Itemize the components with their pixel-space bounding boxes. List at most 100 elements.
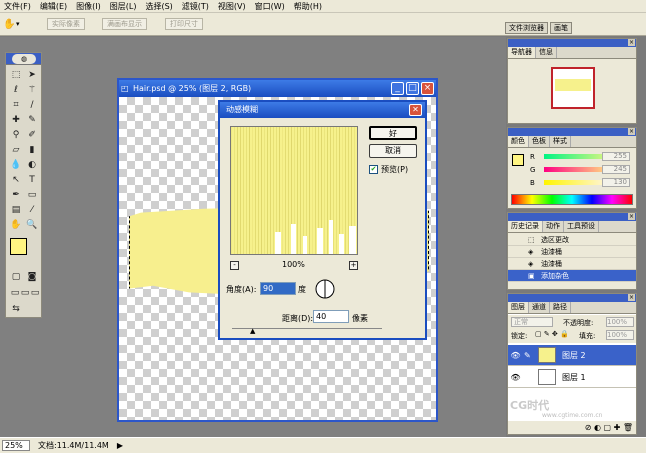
dodge-icon[interactable]: ◐ (25, 159, 39, 172)
angle-dial[interactable] (314, 278, 336, 300)
lasso-icon[interactable]: ℓ (9, 84, 23, 97)
foreground-color-swatch[interactable] (10, 238, 27, 255)
zoom-field[interactable]: 25% (2, 440, 30, 451)
clone-stamp-icon[interactable]: ⚲ (9, 129, 23, 142)
menu-image[interactable]: 图像(I) (76, 1, 101, 12)
type-icon[interactable]: T (25, 174, 39, 187)
crop-icon[interactable]: ⌗ (9, 99, 23, 112)
tab-navigator[interactable]: 导航器 (508, 47, 536, 58)
history-brush-icon[interactable]: ✐ (25, 129, 39, 142)
chevron-down-icon[interactable]: ▾ (16, 20, 20, 28)
hand-tool-icon[interactable]: ✋ (3, 19, 15, 30)
gradient-icon[interactable]: ▮ (25, 144, 39, 157)
menu-file[interactable]: 文件(F) (4, 1, 31, 12)
tab-tool-presets[interactable]: 工具预设 (564, 221, 599, 232)
panel-titlebar[interactable]: × (508, 294, 636, 302)
eraser-icon[interactable]: ▱ (9, 144, 23, 157)
zoom-icon[interactable]: 🔍 (25, 219, 39, 232)
tab-color[interactable]: 颜色 (508, 136, 529, 147)
brush-icon[interactable]: ✎ (25, 114, 39, 127)
fit-screen-button[interactable]: 满画布显示 (102, 18, 147, 30)
menu-edit[interactable]: 编辑(E) (40, 1, 67, 12)
quick-mask-icon[interactable]: ◙ (25, 271, 39, 284)
opacity-value[interactable]: 100% (606, 317, 634, 327)
layer-row-selected[interactable]: 👁 ✎ 图层 2 (508, 345, 636, 366)
tab-brushes[interactable]: 画笔 (550, 22, 572, 34)
distance-input[interactable]: 40 (313, 310, 349, 323)
panel-titlebar[interactable]: × (508, 128, 636, 136)
eye-icon[interactable]: 👁 (510, 345, 521, 366)
menu-window[interactable]: 窗口(W) (255, 1, 285, 12)
shape-icon[interactable]: ▭ (25, 189, 39, 202)
tab-channels[interactable]: 通道 (529, 302, 550, 313)
hand-icon[interactable]: ✋ (9, 219, 23, 232)
dialog-close-icon[interactable]: ✕ (409, 104, 422, 116)
marquee-icon[interactable]: ⬚ (9, 69, 23, 82)
panel-close-icon[interactable]: × (628, 39, 635, 46)
b-value[interactable]: 130 (602, 178, 630, 187)
lock-icons[interactable]: ▢ ✎ ✥ 🔒 (535, 330, 569, 338)
standard-mode-icon[interactable]: ▢ (9, 271, 23, 284)
history-item[interactable]: ◈ 油漆桶 (508, 246, 636, 258)
panel-titlebar[interactable]: × (508, 39, 636, 47)
notes-icon[interactable]: ▤ (9, 204, 23, 217)
move-icon[interactable]: ➤ (25, 69, 39, 82)
close-icon[interactable]: × (421, 82, 434, 95)
print-size-button[interactable]: 打印尺寸 (165, 18, 203, 30)
menu-help[interactable]: 帮助(H) (294, 1, 322, 12)
tab-history[interactable]: 历史记录 (508, 221, 543, 232)
angle-input[interactable]: 90 (260, 282, 296, 295)
screen-mode-3-icon[interactable]: ▭ (28, 287, 42, 300)
history-item[interactable]: ◈ 油漆桶 (508, 258, 636, 270)
path-select-icon[interactable]: ↖ (9, 174, 23, 187)
minimize-icon[interactable]: _ (391, 82, 404, 95)
brush-link-icon[interactable]: ✎ (524, 345, 531, 366)
arrow-right-icon[interactable]: ▶ (117, 441, 123, 450)
pen-icon[interactable]: ✒ (9, 189, 23, 202)
distance-slider-thumb[interactable]: ▲ (250, 328, 255, 335)
adobe-online-icon[interactable]: ◍ (12, 54, 36, 64)
tab-info[interactable]: 信息 (536, 47, 557, 58)
color-ramp[interactable] (511, 194, 633, 205)
color-fg-swatch[interactable] (512, 154, 524, 166)
layer-row[interactable]: 👁 图层 1 (508, 367, 636, 388)
dialog-titlebar[interactable]: 动感模糊 (220, 102, 425, 118)
zoom-in-button[interactable]: + (349, 261, 358, 270)
eye-icon[interactable]: 👁 (510, 367, 521, 388)
tab-file-browser[interactable]: 文件浏览器 (505, 22, 548, 34)
filter-preview[interactable] (230, 126, 358, 255)
r-value[interactable]: 255 (602, 152, 630, 161)
menu-select[interactable]: 选择(S) (145, 1, 172, 12)
menu-filter[interactable]: 滤镜(T) (182, 1, 209, 12)
g-value[interactable]: 245 (602, 165, 630, 174)
eyedropper-icon[interactable]: ⁄ (25, 204, 39, 217)
imageready-icon[interactable]: ⇆ (9, 303, 23, 316)
slice-icon[interactable]: ∕ (25, 99, 39, 112)
navigator-thumbnail[interactable] (551, 67, 595, 109)
panel-close-icon[interactable]: × (628, 213, 635, 220)
blur-icon[interactable]: 💧 (9, 159, 23, 172)
panel-close-icon[interactable]: × (628, 128, 635, 135)
history-item-selected[interactable]: ▣ 添加杂色 (508, 270, 636, 282)
panel-close-icon[interactable]: × (628, 294, 635, 301)
blend-mode-select[interactable]: 正常 (511, 317, 553, 327)
tab-actions[interactable]: 动作 (543, 221, 564, 232)
layers-footer-icons[interactable]: ⊘ ◐ ▢ ✚ 🗑 (585, 423, 633, 432)
menu-view[interactable]: 视图(V) (218, 1, 246, 12)
zoom-out-button[interactable]: - (230, 261, 239, 270)
tab-swatches[interactable]: 色板 (529, 136, 550, 147)
history-item[interactable]: ⬚ 选区更改 (508, 234, 636, 246)
actual-pixels-button[interactable]: 实际像素 (47, 18, 85, 30)
maximize-icon[interactable]: □ (406, 82, 419, 95)
tab-styles[interactable]: 样式 (550, 136, 571, 147)
ok-button[interactable]: 好 (369, 126, 417, 140)
panel-titlebar[interactable]: × (508, 213, 636, 221)
cancel-button[interactable]: 取消 (369, 144, 417, 158)
menu-layer[interactable]: 图层(L) (110, 1, 137, 12)
healing-brush-icon[interactable]: ✚ (9, 114, 23, 127)
tab-paths[interactable]: 路径 (550, 302, 571, 313)
magic-wand-icon[interactable]: ⚚ (25, 84, 39, 97)
document-titlebar[interactable]: ◰ Hair.psd @ 25% (图层 2, RGB) (119, 80, 436, 97)
tab-layers[interactable]: 图层 (508, 302, 529, 313)
fill-value[interactable]: 100% (606, 330, 634, 340)
